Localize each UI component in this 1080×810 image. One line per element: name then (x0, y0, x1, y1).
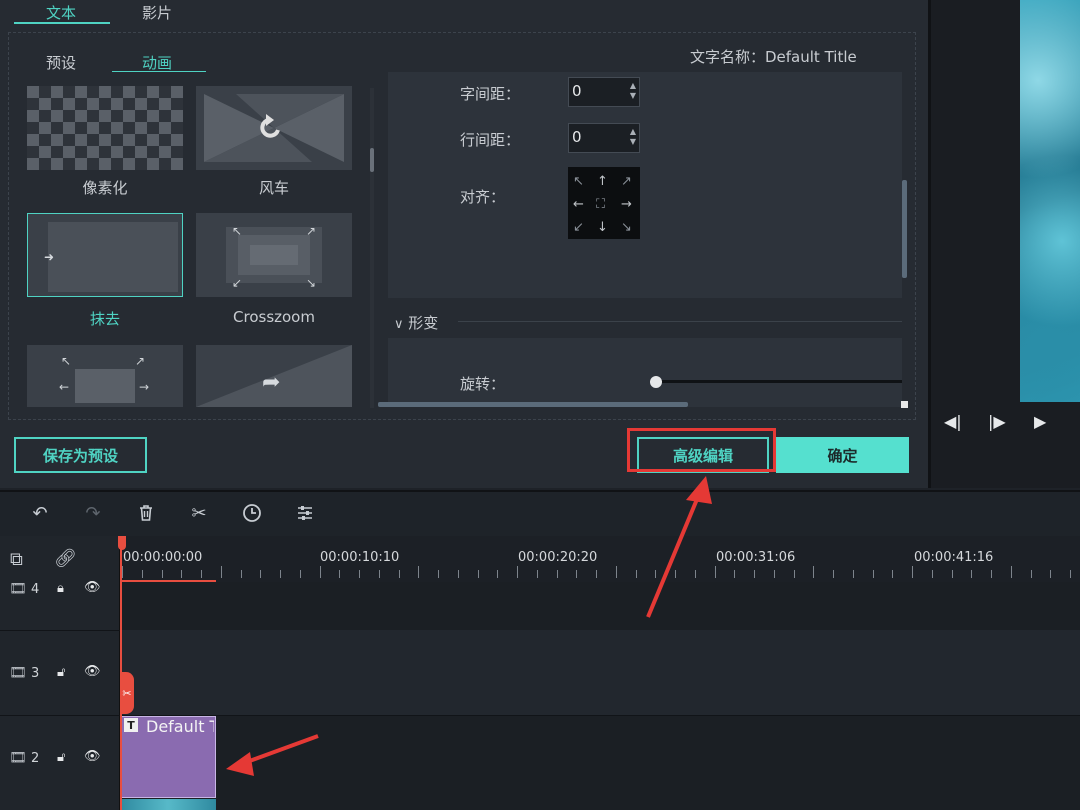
annotation-arrows (226, 476, 712, 776)
